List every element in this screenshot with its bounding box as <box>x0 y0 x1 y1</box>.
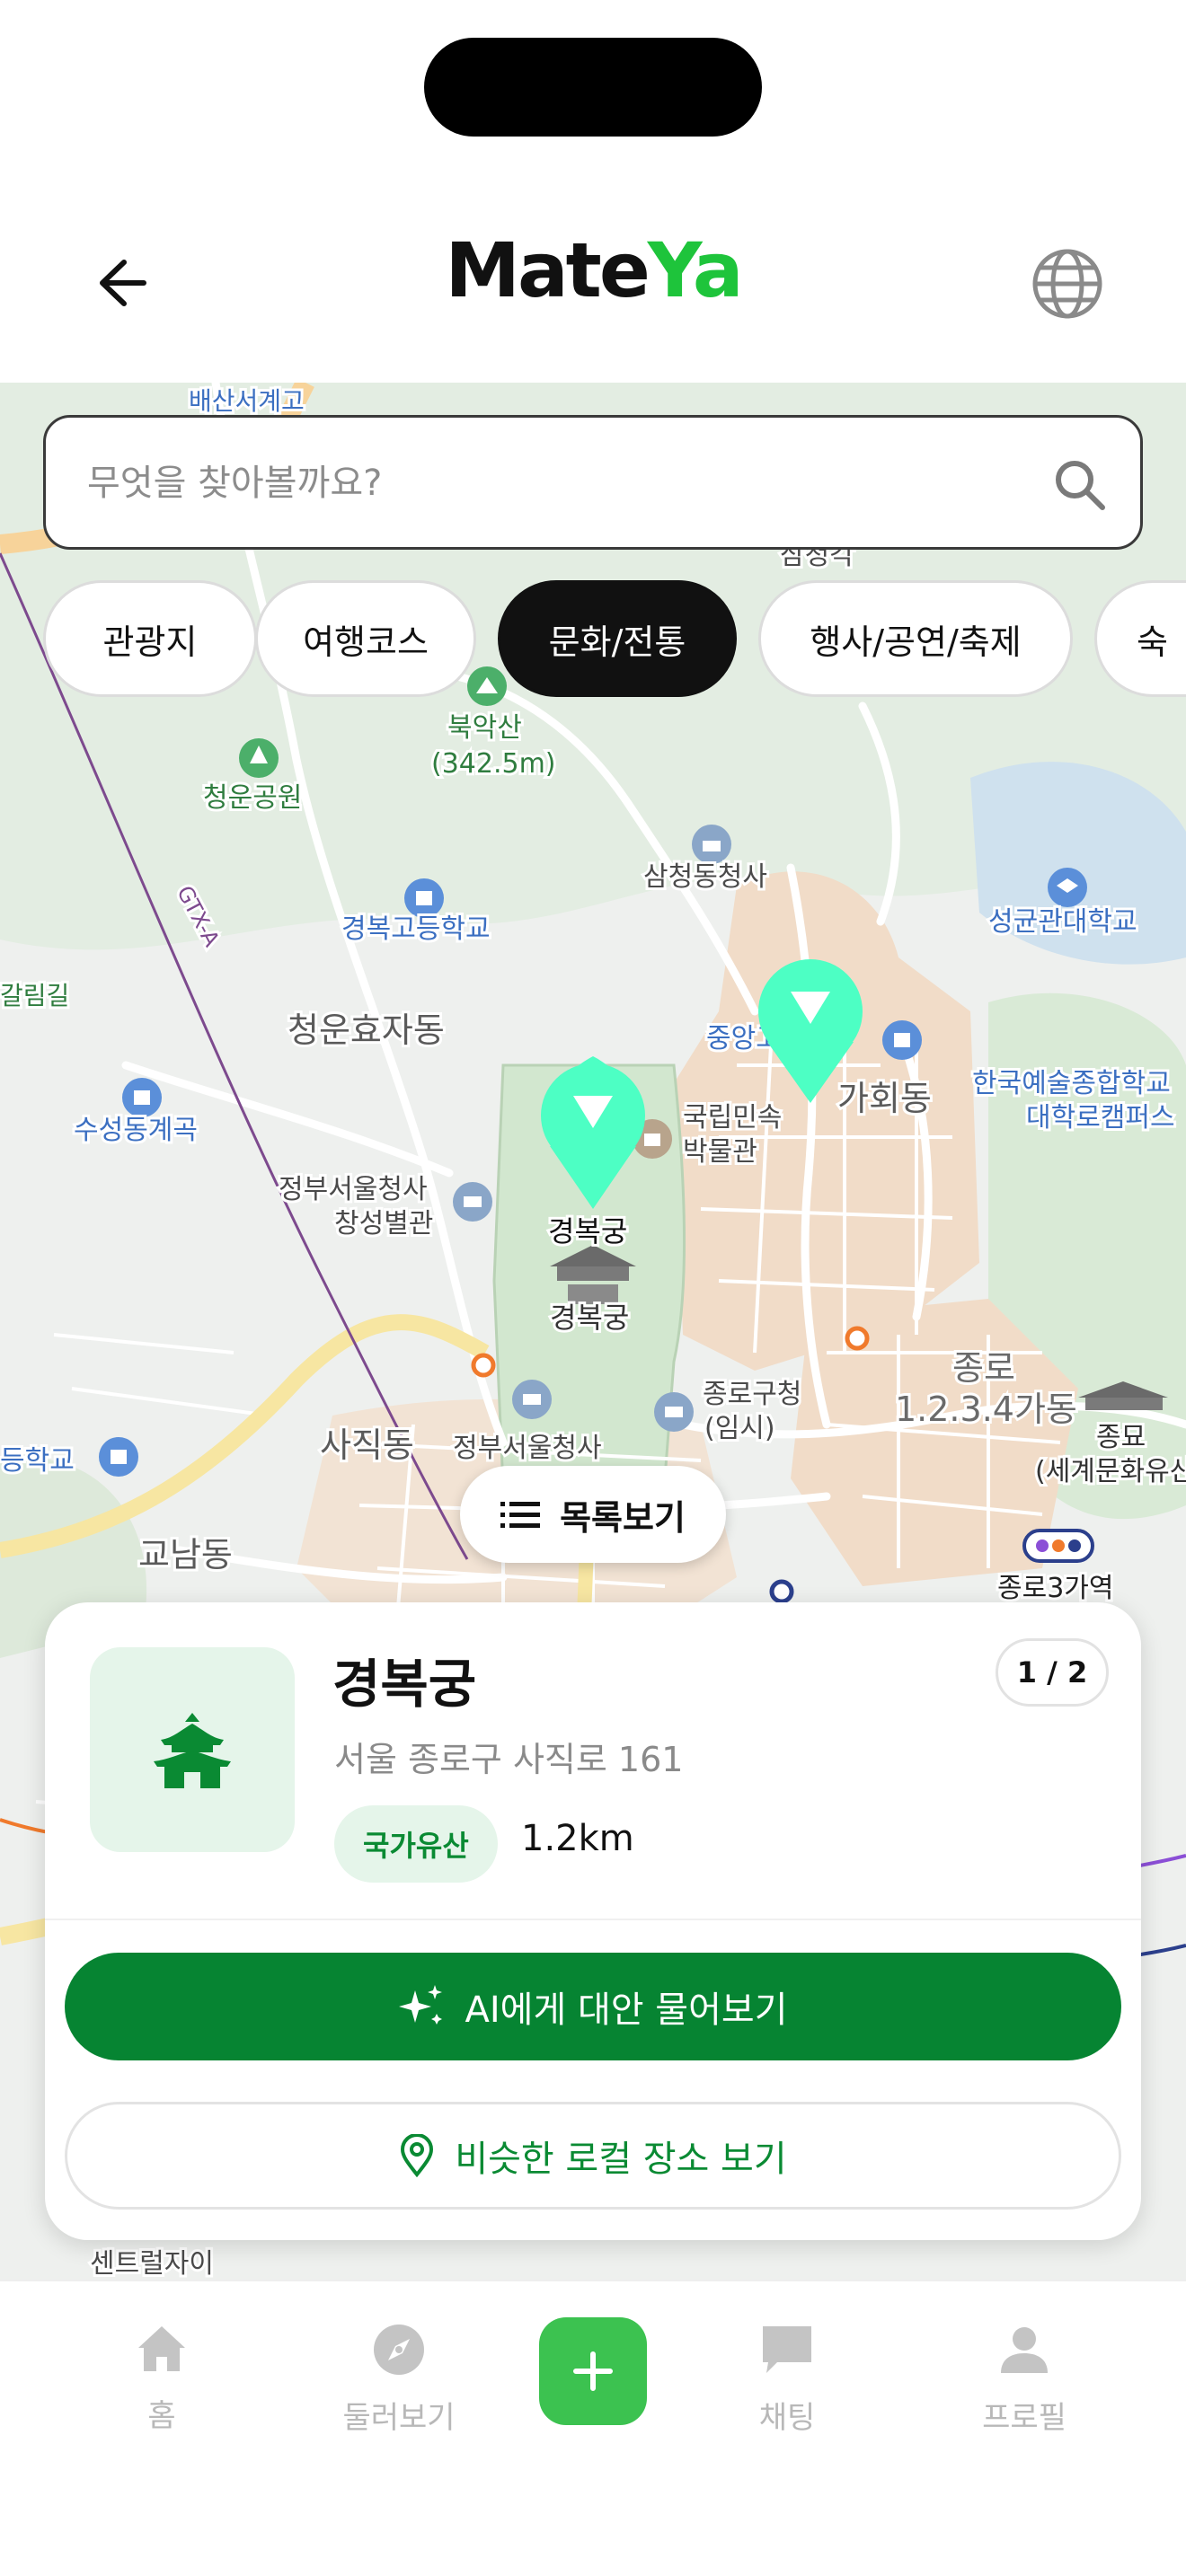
place-address: 서울 종로구 사직로 161 <box>334 1740 684 1779</box>
bottom-tab-bar: 홈 둘러보기 채팅 프로필 <box>0 2280 1186 2576</box>
tab-explore-label: 둘러보기 <box>342 2400 456 2436</box>
chip-accommodation[interactable]: 숙 <box>1094 580 1186 697</box>
park-icon <box>239 738 279 778</box>
map-label: 정부서울청사 <box>453 1433 602 1464</box>
tab-home-label: 홈 <box>147 2398 176 2434</box>
map-label: 청운효자동 <box>288 1010 445 1050</box>
palace-icon <box>154 1713 231 1788</box>
similar-places-label: 비슷한 로컬 장소 보기 <box>455 2139 787 2180</box>
place-thumbnail <box>90 1647 295 1852</box>
app-header: MateYa <box>0 207 1186 383</box>
map-label: 종로3가역 <box>997 1573 1114 1604</box>
map-label: 1.2.3.4가동 <box>895 1389 1077 1429</box>
app-logo: MateYa <box>445 226 743 314</box>
sparkle-icon <box>398 1985 442 2025</box>
plus-icon <box>573 2351 613 2391</box>
similar-local-places-button[interactable]: 비슷한 로컬 장소 보기 <box>65 2102 1121 2210</box>
tab-explore[interactable]: 둘러보기 <box>309 2323 489 2437</box>
chip-culture-tradition[interactable]: 문화/전통 <box>498 580 737 697</box>
metro-transfer-icon <box>1022 1529 1094 1563</box>
list-icon <box>500 1502 541 1528</box>
map-label: 경복궁 <box>550 1301 629 1335</box>
map-label: 배산서계고 <box>189 386 305 416</box>
person-icon <box>1001 2327 1048 2373</box>
map-label: 교남동 <box>138 1535 233 1575</box>
school-poi-icon <box>404 878 444 918</box>
place-name: 경복궁 <box>332 1654 477 1715</box>
map-label: 성균관대학교 <box>988 906 1137 938</box>
map-label: (342.5m) <box>431 748 556 780</box>
map-label: 한국예술종합학교 <box>972 1068 1171 1099</box>
government-poi-icon <box>453 1182 492 1222</box>
search-input[interactable] <box>87 452 986 515</box>
category-chips: 관광지 여행코스 문화/전통 행사/공연/축제 숙 <box>43 580 1186 697</box>
card-divider <box>45 1919 1141 1920</box>
chip-travel-course[interactable]: 여행코스 <box>255 580 476 697</box>
school-poi-icon <box>882 1020 922 1060</box>
location-pin-icon <box>401 2134 434 2177</box>
map-label: 수성동계곡 <box>74 1115 198 1146</box>
map-label: 경복고등학교 <box>341 913 491 945</box>
government-poi-icon <box>654 1392 694 1432</box>
chip-events-festivals[interactable]: 행사/공연/축제 <box>758 580 1073 697</box>
chip-tourist-spot[interactable]: 관광지 <box>43 580 257 697</box>
school-poi-icon <box>99 1437 138 1477</box>
tab-chat[interactable]: 채팅 <box>697 2323 877 2437</box>
map-label: (임시) <box>704 1413 775 1444</box>
temple-poi-icon <box>692 825 731 864</box>
tab-profile[interactable]: 프로필 <box>934 2323 1114 2437</box>
tab-home[interactable]: 홈 <box>72 2323 252 2435</box>
map-label: 국립민속 <box>683 1102 782 1134</box>
map-label: 북악산 <box>447 712 522 744</box>
map-label: 종로구청 <box>703 1379 801 1410</box>
map-label: 정부서울청사 <box>279 1174 428 1205</box>
tab-chat-label: 채팅 <box>758 2400 816 2436</box>
map-label: 청운공원 <box>203 782 302 814</box>
ask-ai-alternative-button[interactable]: AI에게 대안 물어보기 <box>65 1953 1121 2060</box>
university-poi-icon <box>1048 868 1087 907</box>
dynamic-island <box>424 38 762 137</box>
home-icon <box>138 2326 185 2371</box>
map-label: 종묘 <box>1096 1422 1146 1453</box>
map-label: 가회동 <box>837 1079 932 1118</box>
language-button[interactable] <box>1024 241 1111 327</box>
map-label: 센트럴자이 <box>90 2248 214 2280</box>
government-poi-icon <box>512 1380 552 1419</box>
list-view-button[interactable]: 목록보기 <box>460 1466 726 1563</box>
map-label: 창성별관 <box>334 1208 433 1239</box>
map-label: 종로 <box>952 1348 1015 1388</box>
map-label: 사직동 <box>320 1425 414 1465</box>
map-label: 삼청동청사 <box>643 861 767 893</box>
place-distance: 1.2km <box>521 1818 634 1859</box>
map-label: 등학교 <box>0 1445 75 1477</box>
card-pager: 1 / 2 <box>996 1638 1109 1707</box>
place-card[interactable]: 경복궁 서울 종로구 사직로 161 국가유산 1.2km 1 / 2 AI에게… <box>45 1602 1141 2240</box>
map-label: 박물관 <box>683 1136 757 1168</box>
compass-icon <box>374 2325 424 2375</box>
map-label: 경복궁 <box>548 1214 627 1248</box>
tab-profile-label: 프로필 <box>982 2400 1067 2436</box>
create-button[interactable] <box>539 2317 647 2425</box>
landmark-poi-icon <box>122 1078 162 1117</box>
globe-icon <box>1032 249 1102 319</box>
list-view-label: 목록보기 <box>560 1497 686 1538</box>
chat-icon <box>763 2326 811 2373</box>
map-label: 갈림길 <box>0 981 69 1010</box>
ask-ai-label: AI에게 대안 물어보기 <box>465 1989 788 2031</box>
search-bar <box>43 415 1143 550</box>
search-icon[interactable] <box>1050 455 1110 515</box>
map-label: 대학로캠퍼스 <box>1026 1102 1175 1134</box>
heritage-badge: 국가유산 <box>334 1805 498 1883</box>
map-label: (세계문화유산) <box>1035 1456 1186 1487</box>
